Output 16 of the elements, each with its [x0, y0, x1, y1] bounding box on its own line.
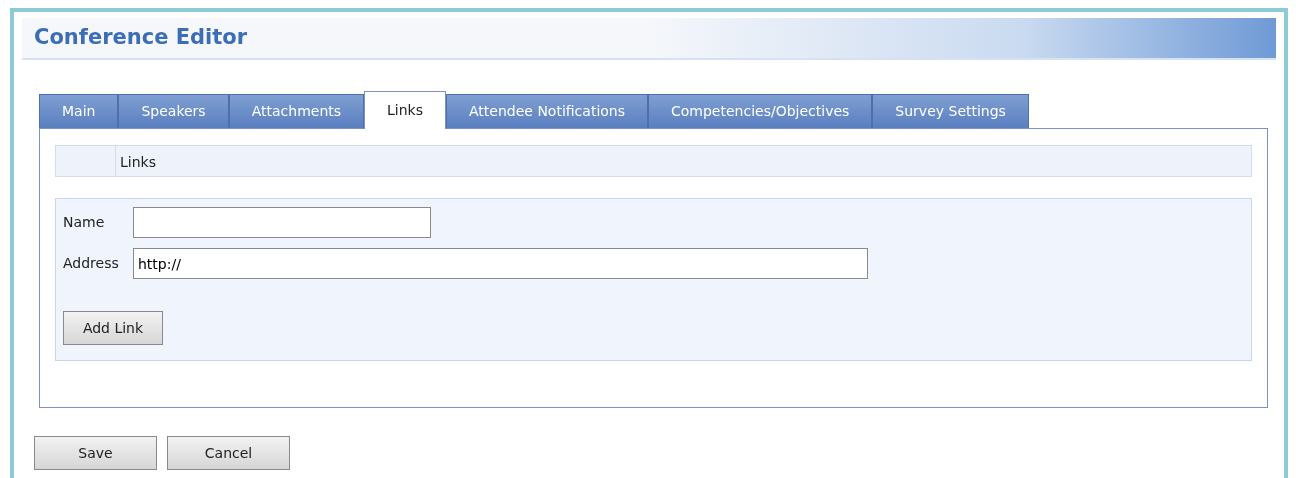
- form-button[interactable]: Save: [34, 436, 157, 470]
- tab[interactable]: Competencies/Objectives: [648, 94, 873, 128]
- add-link-button[interactable]: Add Link: [63, 311, 163, 345]
- field-label: Address: [63, 254, 120, 273]
- tab[interactable]: Attachments: [228, 94, 365, 128]
- tab[interactable]: Main: [39, 94, 119, 128]
- tab[interactable]: Speakers: [118, 94, 229, 128]
- window-title: Conference Editor: [34, 24, 248, 52]
- field-label: Name: [63, 213, 106, 232]
- input-field[interactable]: [133, 207, 431, 238]
- tab[interactable]: Survey Settings: [872, 94, 1029, 128]
- section-title: Links: [119, 153, 157, 172]
- form-button[interactable]: Cancel: [167, 436, 290, 470]
- tab[interactable]: Links: [364, 91, 446, 129]
- input-field[interactable]: http://: [133, 248, 868, 279]
- tab[interactable]: Attendee Notifications: [446, 94, 648, 128]
